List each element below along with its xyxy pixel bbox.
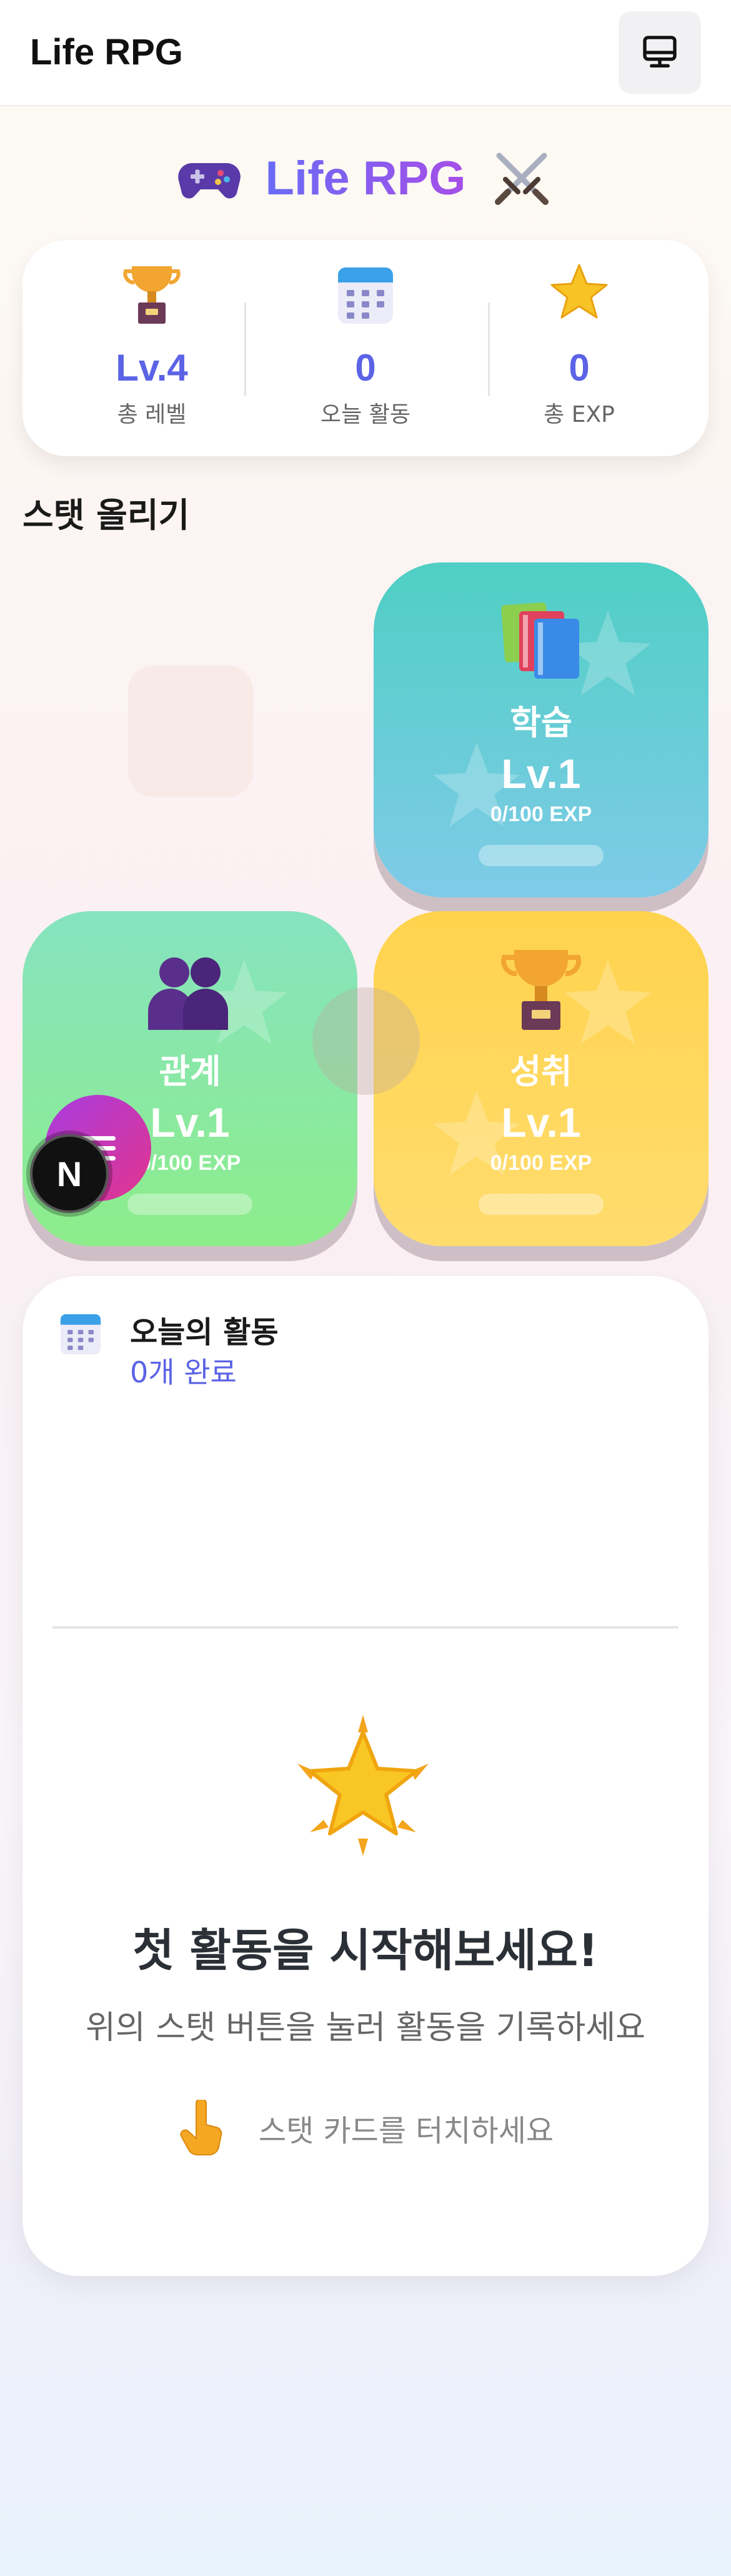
stat-exp-progress-bar	[479, 845, 604, 866]
today-activity-card: 오늘의 활동 0개 완료 첫 활동을 시작해보세요! 위의 스탯 버튼을 눌러 …	[22, 1276, 709, 2276]
activity-title: 오늘의 활동	[130, 1315, 279, 1350]
stat-card-achievement[interactable]: 성취 Lv.1 0/100 EXP	[374, 911, 709, 1246]
activity-count: 0개 완료	[130, 1355, 237, 1389]
star-icon	[550, 264, 608, 319]
books-icon	[501, 602, 579, 679]
pointing-hand-icon	[180, 2100, 222, 2156]
stat-level: Lv.1	[501, 751, 581, 797]
trophy-icon	[501, 950, 581, 1030]
empty-state-hint: 스탯 카드를 터치하세요	[22, 2100, 709, 2156]
stat-exp-progress-bar	[127, 1194, 252, 1215]
dev-tools-badge[interactable]: N	[30, 1134, 109, 1213]
stat-exp: 0/100 EXP	[490, 1151, 592, 1175]
hero-title: Life RPG	[265, 151, 466, 205]
activity-divider	[52, 1626, 679, 1629]
summary-divider	[244, 302, 246, 396]
glowing-star-icon	[297, 1715, 429, 1856]
stats-section-title: 스탯 올리기	[22, 496, 190, 535]
desktop-view-button[interactable]	[619, 11, 701, 94]
summary-total-exp: 0 총 EXP	[467, 240, 692, 456]
trophy-icon	[123, 266, 181, 324]
total-exp-label: 총 EXP	[544, 402, 615, 427]
summary-today-activity: 0 오늘 활동	[253, 240, 478, 456]
total-level-label: 총 레벨	[117, 402, 187, 427]
stat-card-study[interactable]: 학습 Lv.1 0/100 EXP	[374, 562, 709, 897]
today-activity-value: 0	[355, 347, 376, 389]
today-activity-label: 오늘 활동	[321, 402, 410, 427]
empty-state-title: 첫 활동을 시작해보세요!	[132, 1924, 599, 1977]
empty-state-subtitle: 위의 스탯 버튼을 눌러 활동을 기록하세요	[86, 2009, 645, 2047]
crossed-swords-icon	[495, 152, 549, 205]
people-icon	[148, 957, 228, 1030]
app-title: Life RPG	[30, 32, 183, 72]
faded-card-placeholder	[128, 666, 253, 797]
total-level-value: Lv.4	[116, 347, 188, 389]
stat-level: Lv.1	[501, 1099, 581, 1146]
hint-text: 스탯 카드를 터치하세요	[258, 2114, 554, 2149]
touch-indicator	[312, 987, 420, 1095]
stat-name: 관계	[159, 1052, 221, 1091]
calendar-icon	[60, 1314, 101, 1355]
hero-header: Life RPG	[0, 141, 731, 216]
stat-exp-progress-bar	[479, 1194, 604, 1215]
stat-name: 학습	[510, 703, 572, 742]
total-exp-value: 0	[569, 347, 590, 389]
summary-card: Lv.4 총 레벨 0 오늘 활동 0 총 EXP	[22, 240, 709, 456]
calendar-icon	[338, 267, 393, 324]
badge-letter: N	[56, 1154, 82, 1194]
monitor-icon	[643, 36, 677, 67]
stat-name: 성취	[510, 1052, 572, 1091]
gamepad-icon	[177, 163, 241, 199]
top-bar: Life RPG	[0, 0, 731, 106]
summary-total-level: Lv.4 총 레벨	[39, 240, 264, 456]
stat-exp: 0/100 EXP	[490, 802, 592, 826]
